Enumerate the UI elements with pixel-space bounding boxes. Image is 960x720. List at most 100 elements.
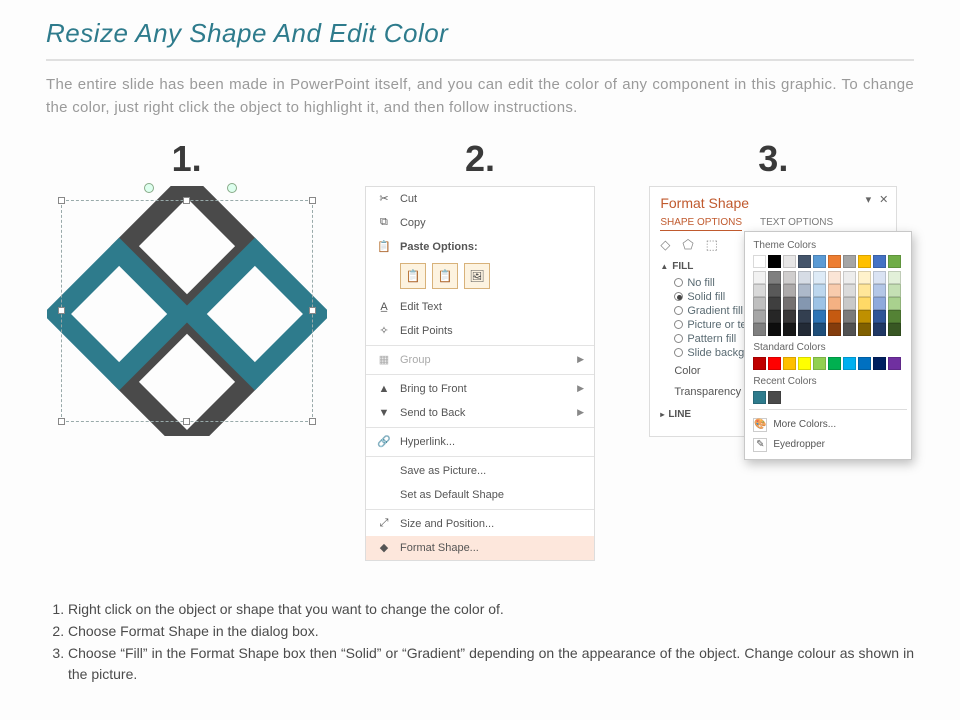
color-swatch[interactable] xyxy=(813,297,826,310)
color-swatch[interactable] xyxy=(768,323,781,336)
rotate-handle[interactable] xyxy=(227,183,237,193)
color-swatch[interactable] xyxy=(768,271,781,284)
color-swatch[interactable] xyxy=(768,391,781,404)
size-properties-icon[interactable]: ⬚ xyxy=(706,237,718,253)
color-swatch[interactable] xyxy=(843,255,856,268)
menu-set-default-shape[interactable]: Set as Default Shape xyxy=(366,483,594,510)
paste-option-dest-theme[interactable]: 📋 xyxy=(400,263,426,289)
color-swatch[interactable] xyxy=(798,357,811,370)
effects-icon[interactable]: ⬠ xyxy=(682,237,693,253)
color-swatch[interactable] xyxy=(828,284,841,297)
color-swatch[interactable] xyxy=(858,323,871,336)
color-swatch[interactable] xyxy=(843,310,856,323)
tab-shape-options[interactable]: SHAPE OPTIONS xyxy=(660,217,742,231)
color-swatch[interactable] xyxy=(858,357,871,370)
resize-handle[interactable] xyxy=(58,418,65,425)
color-swatch[interactable] xyxy=(813,284,826,297)
color-swatch[interactable] xyxy=(843,357,856,370)
color-swatch[interactable] xyxy=(768,357,781,370)
color-swatch[interactable] xyxy=(858,297,871,310)
color-swatch[interactable] xyxy=(888,297,901,310)
resize-handle[interactable] xyxy=(183,197,190,204)
panel-dropdown-icon[interactable]: ▾ xyxy=(866,193,872,206)
color-swatch[interactable] xyxy=(828,323,841,336)
color-swatch[interactable] xyxy=(783,297,796,310)
menu-size-position[interactable]: ⤢Size and Position... xyxy=(366,512,594,536)
color-swatch[interactable] xyxy=(768,255,781,268)
color-swatch[interactable] xyxy=(753,255,766,268)
resize-handle[interactable] xyxy=(58,307,65,314)
color-swatch[interactable] xyxy=(858,310,871,323)
color-swatch[interactable] xyxy=(753,391,766,404)
color-swatch[interactable] xyxy=(843,323,856,336)
selection-marquee[interactable] xyxy=(61,200,313,422)
fill-line-icon[interactable]: ◇ xyxy=(660,237,670,253)
color-swatch[interactable] xyxy=(753,284,766,297)
color-swatch[interactable] xyxy=(813,255,826,268)
menu-format-shape[interactable]: ◆Format Shape... xyxy=(366,536,594,560)
paste-option-picture[interactable]: 🖼 xyxy=(464,263,490,289)
color-swatch[interactable] xyxy=(753,323,766,336)
color-swatch[interactable] xyxy=(783,284,796,297)
color-swatch[interactable] xyxy=(753,357,766,370)
color-swatch[interactable] xyxy=(873,284,886,297)
menu-bring-front[interactable]: ▲Bring to Front▶ xyxy=(366,377,594,401)
color-swatch[interactable] xyxy=(768,284,781,297)
color-swatch[interactable] xyxy=(873,357,886,370)
menu-send-back[interactable]: ▼Send to Back▶ xyxy=(366,401,594,428)
color-swatch[interactable] xyxy=(783,310,796,323)
color-swatch[interactable] xyxy=(783,255,796,268)
tab-text-options[interactable]: TEXT OPTIONS xyxy=(760,217,833,231)
color-swatch[interactable] xyxy=(798,284,811,297)
color-swatch[interactable] xyxy=(858,271,871,284)
color-swatch[interactable] xyxy=(813,323,826,336)
color-swatch[interactable] xyxy=(843,284,856,297)
resize-handle[interactable] xyxy=(309,197,316,204)
more-colors-item[interactable]: 🎨More Colors... xyxy=(753,415,903,435)
color-swatch[interactable] xyxy=(858,255,871,268)
color-swatch[interactable] xyxy=(813,310,826,323)
color-swatch[interactable] xyxy=(873,271,886,284)
menu-edit-points[interactable]: ✧Edit Points xyxy=(366,319,594,346)
close-icon[interactable]: ✕ xyxy=(879,193,888,206)
menu-save-as-picture[interactable]: Save as Picture... xyxy=(366,459,594,483)
color-swatch[interactable] xyxy=(888,323,901,336)
color-swatch[interactable] xyxy=(828,310,841,323)
menu-hyperlink[interactable]: 🔗Hyperlink... xyxy=(366,430,594,457)
resize-handle[interactable] xyxy=(58,197,65,204)
color-swatch[interactable] xyxy=(888,310,901,323)
color-swatch[interactable] xyxy=(858,284,871,297)
color-swatch[interactable] xyxy=(888,271,901,284)
color-swatch[interactable] xyxy=(753,297,766,310)
color-swatch[interactable] xyxy=(828,297,841,310)
color-swatch[interactable] xyxy=(798,297,811,310)
color-swatch[interactable] xyxy=(873,297,886,310)
color-swatch[interactable] xyxy=(798,323,811,336)
color-swatch[interactable] xyxy=(828,255,841,268)
menu-copy[interactable]: ⧉Copy xyxy=(366,211,594,235)
color-swatch[interactable] xyxy=(753,271,766,284)
menu-cut[interactable]: ✂Cut xyxy=(366,187,594,211)
color-swatch[interactable] xyxy=(873,323,886,336)
color-swatch[interactable] xyxy=(888,255,901,268)
resize-handle[interactable] xyxy=(309,307,316,314)
color-swatch[interactable] xyxy=(783,323,796,336)
color-swatch[interactable] xyxy=(813,271,826,284)
color-swatch[interactable] xyxy=(873,310,886,323)
color-swatch[interactable] xyxy=(768,310,781,323)
resize-handle[interactable] xyxy=(183,418,190,425)
color-swatch[interactable] xyxy=(828,357,841,370)
color-swatch[interactable] xyxy=(873,255,886,268)
color-swatch[interactable] xyxy=(753,310,766,323)
color-swatch[interactable] xyxy=(783,357,796,370)
color-swatch[interactable] xyxy=(888,284,901,297)
rotate-handle[interactable] xyxy=(144,183,154,193)
menu-edit-text[interactable]: A̲Edit Text xyxy=(366,295,594,319)
eyedropper-item[interactable]: ✎Eyedropper xyxy=(753,435,903,455)
color-swatch[interactable] xyxy=(888,357,901,370)
color-swatch[interactable] xyxy=(768,297,781,310)
color-swatch[interactable] xyxy=(783,271,796,284)
color-swatch[interactable] xyxy=(798,255,811,268)
color-swatch[interactable] xyxy=(828,271,841,284)
resize-handle[interactable] xyxy=(309,418,316,425)
